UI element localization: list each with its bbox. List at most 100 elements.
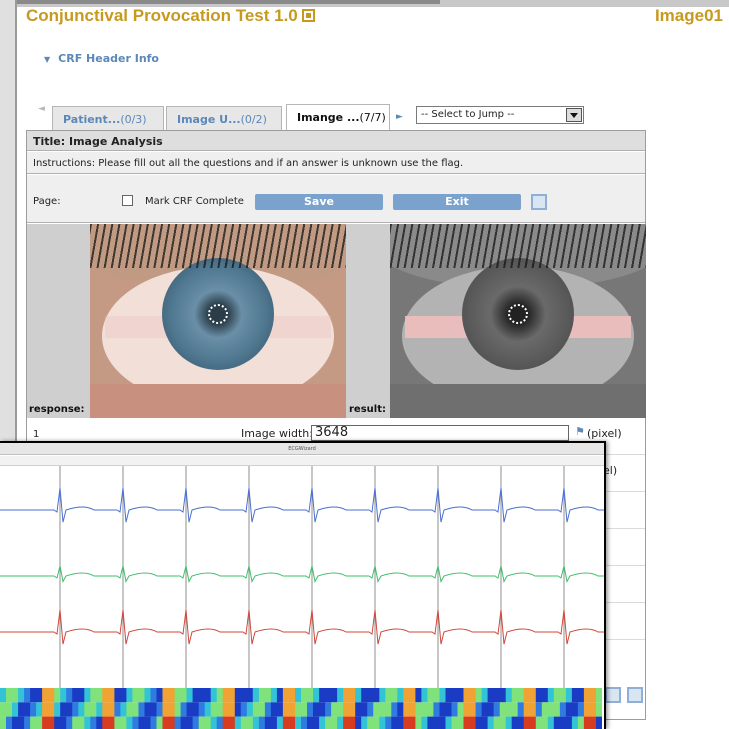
spectrogram-cell xyxy=(270,716,278,729)
spectrogram-cell xyxy=(439,688,446,703)
spectrogram-cell xyxy=(295,688,302,703)
spectrogram-cell xyxy=(433,716,440,729)
spectrogram-cell xyxy=(84,716,91,729)
tab-patient[interactable]: Patient...(0/3) xyxy=(52,106,164,130)
spectrogram-cell xyxy=(439,702,446,717)
spectrogram-cell xyxy=(511,688,519,703)
spectrogram-cell xyxy=(144,688,151,703)
jump-select[interactable]: -- Select to Jump -- xyxy=(416,106,584,124)
print-icon-bottom[interactable] xyxy=(605,687,621,703)
app-title: Conjunctival Provocation Test 1.0 xyxy=(26,6,315,26)
exit-button[interactable]: Exit xyxy=(393,194,521,210)
spectrogram-cell xyxy=(162,688,169,703)
spectrogram-cell xyxy=(222,702,230,717)
print-icon[interactable] xyxy=(531,194,547,210)
save-icon-bottom[interactable] xyxy=(627,687,643,703)
spectrogram-cell xyxy=(210,716,218,729)
spectrogram-cell xyxy=(559,702,567,717)
tab-scroll-right-icon[interactable]: ► xyxy=(396,112,403,122)
flag-icon[interactable]: ⚑ xyxy=(575,425,585,438)
spectrogram-cell xyxy=(246,702,254,717)
spectrogram-cell xyxy=(499,702,507,717)
spectrogram-cell xyxy=(30,702,37,717)
spectrogram-cell xyxy=(361,716,368,729)
eyelashes xyxy=(90,224,346,268)
spectrogram-cell xyxy=(577,702,585,717)
spectrogram-cell xyxy=(373,688,380,703)
spectrogram-cell xyxy=(487,702,495,717)
image-area: response: result: xyxy=(27,224,646,418)
spectrogram-cell xyxy=(343,688,350,703)
spectrogram-cell xyxy=(577,688,585,703)
spectrogram-cell xyxy=(246,688,254,703)
export-icon[interactable] xyxy=(301,9,315,22)
spectrogram-cell xyxy=(186,702,194,717)
spectrogram-cell xyxy=(78,716,85,729)
spectrogram-cell xyxy=(547,688,555,703)
spectrogram-cell xyxy=(12,688,19,703)
spectrogram-cell xyxy=(78,688,85,703)
image-width-input[interactable]: 3648 xyxy=(311,425,569,441)
chevron-down-icon[interactable] xyxy=(566,108,582,122)
spectrogram-cell xyxy=(451,702,458,717)
spectrogram-cell xyxy=(385,688,392,703)
spectrogram-cell xyxy=(289,716,296,729)
spectrogram-cell xyxy=(493,716,501,729)
spectrogram-cell xyxy=(204,688,212,703)
spectrogram-cell xyxy=(583,702,591,717)
spectrogram-cell xyxy=(409,702,416,717)
spectrogram-cell xyxy=(373,702,380,717)
spectrogram-cell xyxy=(156,688,163,703)
spectrogram-cell xyxy=(48,716,55,729)
spectrogram-cell xyxy=(433,688,440,703)
spectrogram-cell xyxy=(42,702,49,717)
spectrogram-cell xyxy=(258,688,266,703)
spectrogram-cell xyxy=(445,702,452,717)
spectrogram-cell xyxy=(108,716,115,729)
spectrogram-cell xyxy=(421,688,428,703)
spectrogram-cell xyxy=(331,702,338,717)
spectrogram-cell xyxy=(138,702,145,717)
spectrogram-cell xyxy=(427,716,434,729)
spectrogram-cell xyxy=(493,688,501,703)
spectrogram-cell xyxy=(84,702,91,717)
spectrogram-cell xyxy=(559,716,567,729)
spectrogram-cell xyxy=(493,702,501,717)
spectrogram-cell xyxy=(78,702,85,717)
spectrogram-cell xyxy=(0,702,7,717)
spectrogram-cell xyxy=(156,702,163,717)
save-button[interactable]: Save xyxy=(255,194,383,210)
spectrogram-cell xyxy=(565,702,573,717)
ecg-traces xyxy=(0,466,604,688)
spectrogram-cell xyxy=(553,702,561,717)
tab-image-analysis[interactable]: Imange ...(7/7) xyxy=(286,104,390,131)
spectrogram-cell xyxy=(198,716,206,729)
spectrogram-cell xyxy=(451,716,458,729)
spectrogram-cell xyxy=(192,688,200,703)
spectrogram-cell xyxy=(499,716,507,729)
spectrogram-cell xyxy=(66,688,73,703)
mark-complete-checkbox[interactable] xyxy=(122,195,133,206)
tab-image-upload[interactable]: Image U...(0/2) xyxy=(166,106,282,130)
spectrogram-cell xyxy=(198,688,206,703)
spectrogram-cell xyxy=(409,716,416,729)
spectrogram-cell xyxy=(54,702,61,717)
spectrogram-cell xyxy=(475,688,483,703)
spectrogram-cell xyxy=(120,702,127,717)
spectrogram-cell xyxy=(301,688,308,703)
spectrogram-cell xyxy=(30,688,37,703)
spectrogram-cell xyxy=(180,688,188,703)
spectrogram-cell xyxy=(204,702,212,717)
app-title-text: Conjunctival Provocation Test 1.0 xyxy=(26,6,298,25)
jump-select-value: -- Select to Jump -- xyxy=(421,109,515,120)
mark-complete-label: Mark CRF Complete xyxy=(145,196,244,207)
spectrogram-cell xyxy=(475,702,483,717)
spectrogram-cell xyxy=(379,702,386,717)
tab-scroll-left-icon[interactable]: ◄ xyxy=(38,104,45,114)
spectrogram-cell xyxy=(349,688,356,703)
pupil-marker xyxy=(508,304,528,324)
crf-header-toggle[interactable]: ▼ CRF Header Info xyxy=(44,52,159,65)
spectrogram-cell xyxy=(565,716,573,729)
spectrogram-cell xyxy=(553,716,561,729)
spectrogram-cell xyxy=(132,702,139,717)
